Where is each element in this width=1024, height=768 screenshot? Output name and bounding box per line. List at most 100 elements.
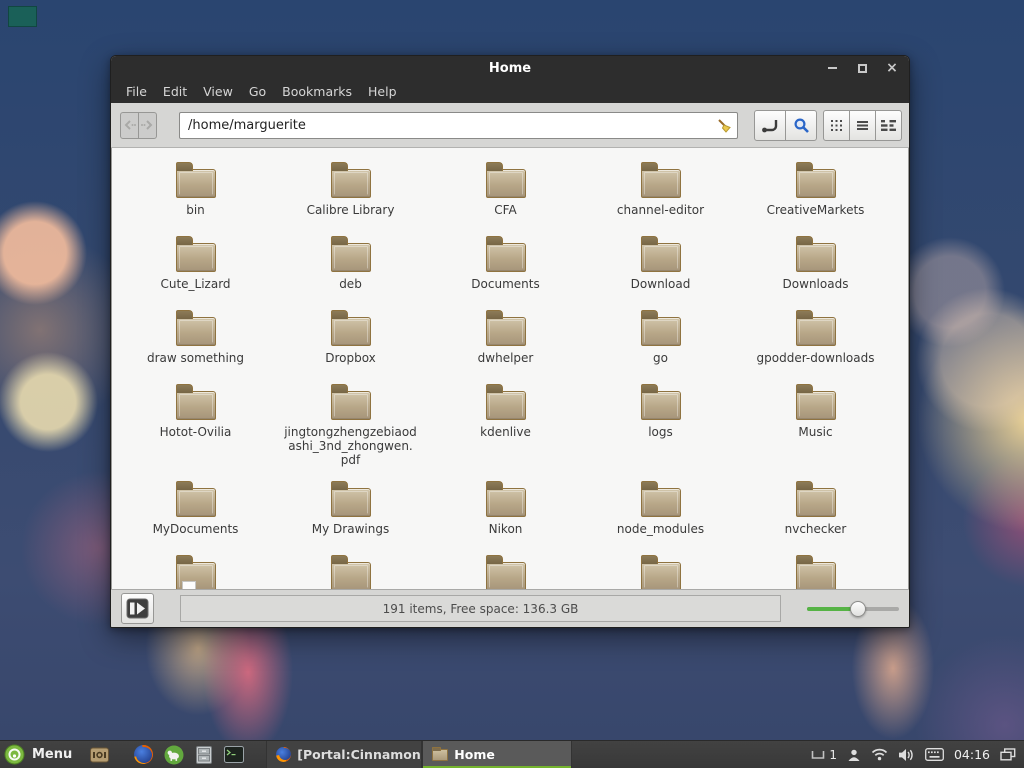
- path-input[interactable]: [179, 112, 738, 139]
- clear-icon[interactable]: [716, 118, 732, 134]
- workspace-indicator[interactable]: 1: [811, 748, 837, 762]
- folder-item[interactable]: My Drawings: [273, 467, 428, 541]
- folder-item[interactable]: Documents: [428, 222, 583, 296]
- folder-item[interactable]: go: [583, 296, 738, 370]
- folder-item[interactable]: nvchecker: [738, 467, 893, 541]
- maximize-button[interactable]: [855, 61, 869, 75]
- compact-view-button[interactable]: [875, 110, 902, 141]
- volume-applet[interactable]: [898, 748, 915, 762]
- clock[interactable]: 04:16: [954, 747, 990, 762]
- folder-item[interactable]: Downloads: [738, 222, 893, 296]
- wifi-icon: [871, 748, 888, 761]
- show-sidebar-button[interactable]: [121, 593, 154, 624]
- folder-item[interactable]: jingtongzhengzebiaod ashi_3nd_zhongwen. …: [273, 370, 428, 467]
- folder-item[interactable]: Nikon: [428, 467, 583, 541]
- menu-view[interactable]: View: [195, 82, 241, 101]
- zoom-slider-handle[interactable]: [850, 601, 866, 617]
- folder-item[interactable]: kdenlive: [428, 370, 583, 444]
- enter-location-icon: [761, 117, 779, 134]
- folder-item[interactable]: bin: [118, 148, 273, 222]
- search-button[interactable]: [785, 110, 817, 141]
- forward-button[interactable]: [138, 112, 157, 139]
- file-view[interactable]: bin Calibre Library CFA channel-editor C…: [111, 148, 909, 589]
- folder-item[interactable]: [738, 541, 893, 589]
- window-switcher-applet[interactable]: [1000, 748, 1016, 761]
- folder-item[interactable]: dwhelper: [428, 296, 583, 370]
- folder-icon: [331, 317, 371, 346]
- folder-icon: [331, 488, 371, 517]
- menu-button[interactable]: Menu: [0, 741, 82, 768]
- user-icon: [847, 748, 861, 762]
- folder-icon: [176, 169, 216, 198]
- file-manager-launcher[interactable]: [195, 746, 213, 764]
- zoom-slider[interactable]: [807, 600, 899, 618]
- folder-item[interactable]: gpodder-downloads: [738, 296, 893, 370]
- green-animal-icon: [164, 745, 184, 765]
- folder-label: bin: [186, 203, 205, 217]
- desktop: { "window": { "title": "Home", "menubar"…: [0, 0, 1024, 768]
- keyboard-applet[interactable]: [925, 748, 944, 761]
- folder-item[interactable]: node_modules: [583, 467, 738, 541]
- folder-item[interactable]: Dropbox: [273, 296, 428, 370]
- folder-grid: bin Calibre Library CFA channel-editor C…: [118, 148, 908, 541]
- firefox-launcher[interactable]: [134, 745, 153, 764]
- menu-edit[interactable]: Edit: [155, 82, 195, 101]
- network-applet[interactable]: [871, 748, 888, 761]
- green-app-launcher[interactable]: [164, 745, 184, 765]
- folder-item[interactable]: Hotot-Ovilia: [118, 370, 273, 444]
- nav-buttons: [120, 112, 157, 139]
- folder-item[interactable]: channel-editor: [583, 148, 738, 222]
- taskbar-window-label: Home: [454, 747, 495, 762]
- folder-item[interactable]: [428, 541, 583, 589]
- folder-item[interactable]: draw something: [118, 296, 273, 370]
- folder-icon: [176, 562, 216, 589]
- folder-item[interactable]: Calibre Library: [273, 148, 428, 222]
- toggle-location-entry-button[interactable]: [754, 110, 786, 141]
- menu-file[interactable]: File: [118, 82, 155, 101]
- sidebar-toggle-icon: [126, 598, 149, 619]
- close-button[interactable]: ×: [885, 61, 899, 75]
- menu-help[interactable]: Help: [360, 82, 405, 101]
- window-list: [Portal:Cinnamon/S... Home: [266, 741, 572, 768]
- folder-item[interactable]: [273, 541, 428, 589]
- folder-item[interactable]: logs: [583, 370, 738, 444]
- folder-label: gpodder-downloads: [757, 351, 875, 365]
- folder-icon: [796, 391, 836, 420]
- folder-item[interactable]: MyDocuments: [118, 467, 273, 541]
- folder-item[interactable]: CFA: [428, 148, 583, 222]
- taskbar-window-label: [Portal:Cinnamon/S...: [297, 747, 422, 762]
- folder-item[interactable]: Music: [738, 370, 893, 444]
- taskbar-window-active[interactable]: Home: [422, 741, 572, 768]
- folder-icon: [176, 317, 216, 346]
- list-view-button[interactable]: [849, 110, 876, 141]
- folder-icon: [486, 488, 526, 517]
- view-toggle-group: [823, 110, 902, 141]
- icon-view-button[interactable]: [823, 110, 850, 141]
- folder-label: Downloads: [783, 277, 849, 291]
- folder-item[interactable]: CreativeMarkets: [738, 148, 893, 222]
- taskbar-window-inactive[interactable]: [Portal:Cinnamon/S...: [266, 741, 422, 768]
- folder-item[interactable]: Download: [583, 222, 738, 296]
- folder-icon: [796, 488, 836, 517]
- folder-item[interactable]: [583, 541, 738, 589]
- folder-label: Dropbox: [325, 351, 376, 365]
- folder-item[interactable]: Cute_Lizard: [118, 222, 273, 296]
- folder-icon: [796, 562, 836, 589]
- keyboard-icon: [925, 748, 944, 761]
- folder-item[interactable]: deb: [273, 222, 428, 296]
- document-peek: [182, 581, 196, 589]
- folder-label: dwhelper: [478, 351, 534, 365]
- minimize-button[interactable]: [825, 61, 839, 75]
- back-button[interactable]: [120, 112, 139, 139]
- folder-icon: [486, 391, 526, 420]
- system-tray: 1 04:: [811, 741, 1024, 768]
- terminal-launcher[interactable]: [224, 746, 244, 763]
- minimize-icon: [828, 67, 837, 69]
- menu-go[interactable]: Go: [241, 82, 274, 101]
- folder-item[interactable]: [118, 541, 273, 589]
- screenshot-tool-launcher[interactable]: [90, 747, 109, 763]
- menu-bookmarks[interactable]: Bookmarks: [274, 82, 360, 101]
- user-applet[interactable]: [847, 748, 861, 762]
- workspace-switcher-icon: [1000, 748, 1016, 761]
- window-titlebar[interactable]: Home ×: [111, 56, 909, 80]
